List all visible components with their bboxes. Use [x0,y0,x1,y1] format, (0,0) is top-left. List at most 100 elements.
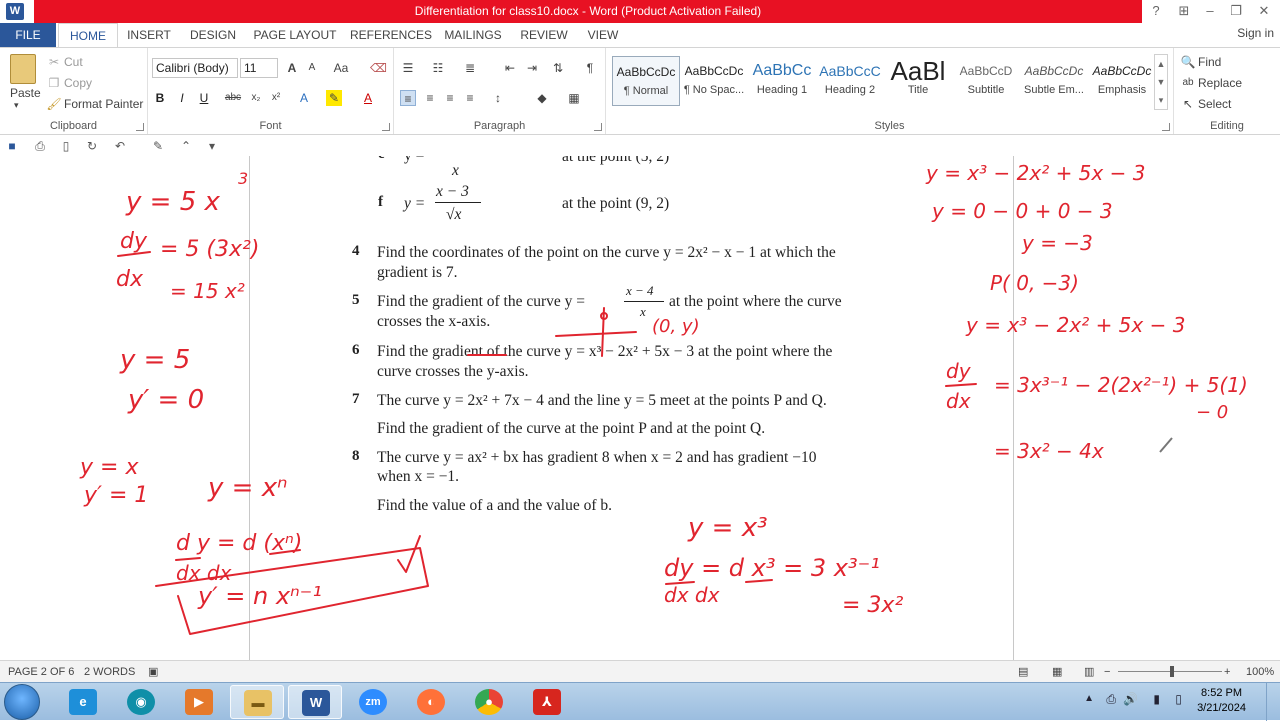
shading-icon[interactable]: ◆ [534,90,550,106]
read-mode-icon[interactable]: ▤ [1018,661,1028,683]
ie-taskbar-button[interactable]: e [56,685,110,719]
numbering-icon[interactable]: ☷ [430,60,446,76]
font-size-select[interactable]: 11 [240,58,278,78]
bold-button[interactable]: B [152,90,168,106]
strikethrough-button[interactable]: abc [222,90,244,106]
borders-icon[interactable]: ▦ [566,90,582,106]
style-heading-2[interactable]: AaBbCcC Heading 2 [816,56,884,106]
format-painter-button[interactable]: Format Painter [64,97,143,111]
increase-indent-icon[interactable]: ⇥ [524,60,540,76]
tab-mailings[interactable]: MAILINGS [440,23,506,47]
tab-home[interactable]: HOME [58,23,118,48]
style-heading-1[interactable]: AaBbCc Heading 1 [748,56,816,106]
start-button[interactable] [4,684,40,720]
explorer-taskbar-button[interactable]: ▬ [230,685,284,719]
paste-dropdown-icon[interactable]: ▾ [14,100,19,111]
volume-icon[interactable]: 🔊 [1123,692,1138,706]
change-case-button[interactable]: Aa [330,60,352,76]
edge-taskbar-button[interactable]: ◉ [114,685,168,719]
style-subtle-emphasis[interactable]: AaBbCcDc Subtle Em... [1020,56,1088,106]
zoom-level[interactable]: 100% [1246,661,1274,683]
clipboard-launcher-icon[interactable] [136,123,144,131]
font-launcher-icon[interactable] [382,123,390,131]
style-subtitle[interactable]: AaBbCcD Subtitle [952,56,1020,106]
tray-expand-icon[interactable]: ▲ [1084,693,1094,704]
refresh-icon[interactable]: ↻ [84,138,100,154]
select-button[interactable]: Select [1198,97,1231,111]
highlight-color-icon[interactable]: ✎ [326,90,342,106]
customize-toolbar-icon[interactable]: ▾ [204,138,220,154]
word-taskbar-button[interactable]: W [288,685,342,719]
sort-icon[interactable]: ⇅ [550,60,566,76]
show-desktop-button[interactable] [1266,683,1280,721]
tab-file[interactable]: FILE [0,23,56,47]
bullets-icon[interactable]: ☰ [400,60,416,76]
clear-formatting-icon[interactable]: ⌫ [370,60,387,76]
paste-icon[interactable] [10,54,36,84]
tab-page-layout[interactable]: PAGE LAYOUT [250,23,340,47]
align-right-icon[interactable]: ≡ [442,90,458,106]
acrobat-taskbar-button[interactable]: ⅄ [520,685,574,719]
underline-button[interactable]: U [196,90,212,106]
grow-font-button[interactable]: A [284,60,300,76]
decrease-indent-icon[interactable]: ⇤ [502,60,518,76]
ribbon-display-icon[interactable]: ⊞ [1174,2,1194,20]
justify-icon[interactable]: ≡ [462,90,478,106]
style-normal[interactable]: AaBbCcDc ¶ Normal [612,56,680,106]
zoom-slider-thumb[interactable] [1170,666,1174,677]
paragraph-launcher-icon[interactable] [594,123,602,131]
battery-icon[interactable]: ▯ [1175,692,1182,706]
tab-insert[interactable]: INSERT [122,23,176,47]
style-emphasis[interactable]: AaBbCcDc Emphasis [1088,56,1156,106]
sign-in-link[interactable]: Sign in [1237,23,1274,43]
cut-button[interactable]: Cut [64,55,83,69]
close-button[interactable]: ✕ [1254,2,1274,20]
clock[interactable]: 8:52 PM 3/21/2024 [1197,686,1246,716]
document-area[interactable]: e y = x at the point (5, 2) f y = x − 3 … [0,156,1280,660]
zoom-in-icon[interactable]: + [1224,661,1230,683]
align-center-icon[interactable]: ≡ [422,90,438,106]
replace-button[interactable]: Replace [1198,76,1242,90]
font-color-icon[interactable]: A [360,90,376,106]
text-effects-icon[interactable]: A [296,90,312,106]
styles-scroll-icon[interactable]: ▲ ▼ ▾ [1154,54,1168,110]
firefox-taskbar-button[interactable]: ◐ [404,685,458,719]
media-player-taskbar-button[interactable]: ▶ [172,685,226,719]
tab-view[interactable]: VIEW [582,23,624,47]
printer-tray-icon[interactable]: ⎙ [1106,692,1116,707]
tab-review[interactable]: REVIEW [516,23,572,47]
subscript-button[interactable]: x₂ [248,90,264,106]
styles-launcher-icon[interactable] [1162,123,1170,131]
line-spacing-icon[interactable]: ↕ [490,90,506,106]
show-formatting-button[interactable]: ¶ [582,60,598,76]
page-count[interactable]: PAGE 2 OF 6 [8,661,74,683]
zoom-taskbar-button[interactable]: zm [346,685,400,719]
font-family-select[interactable]: Calibri (Body) [152,58,238,78]
superscript-button[interactable]: x² [268,90,284,106]
multilevel-list-icon[interactable]: ≣ [462,60,478,76]
copy-button[interactable]: Copy [64,76,92,90]
web-layout-icon[interactable]: ▥ [1084,661,1094,683]
up-arrow-icon[interactable]: ⌃ [178,138,194,154]
style-title[interactable]: AaBl Title [884,56,952,106]
word-app-icon[interactable]: W [6,3,24,20]
paste-button[interactable]: Paste [10,86,41,100]
word-count[interactable]: 2 WORDS [84,661,135,683]
restore-button[interactable]: ❐ [1226,2,1246,20]
tab-design[interactable]: DESIGN [186,23,240,47]
network-icon[interactable]: ▮ [1153,692,1160,706]
find-button[interactable]: Find [1198,55,1221,69]
minimize-button[interactable]: – [1200,2,1220,20]
undo-icon[interactable]: ↶ [112,138,128,154]
proofing-icon[interactable]: ▣ [148,661,158,683]
tab-references[interactable]: REFERENCES [350,23,432,47]
chrome-taskbar-button[interactable]: ● [462,685,516,719]
italic-button[interactable]: I [174,90,190,106]
align-left-icon[interactable]: ≡ [400,90,416,106]
shrink-font-button[interactable]: A [304,60,320,76]
new-document-icon[interactable]: ▯ [58,138,74,154]
print-icon[interactable]: ⎙ [32,138,48,154]
style-no-spacing[interactable]: AaBbCcDc ¶ No Spac... [680,56,748,106]
zoom-out-icon[interactable]: − [1104,661,1110,683]
save-icon[interactable]: ■ [4,138,20,154]
